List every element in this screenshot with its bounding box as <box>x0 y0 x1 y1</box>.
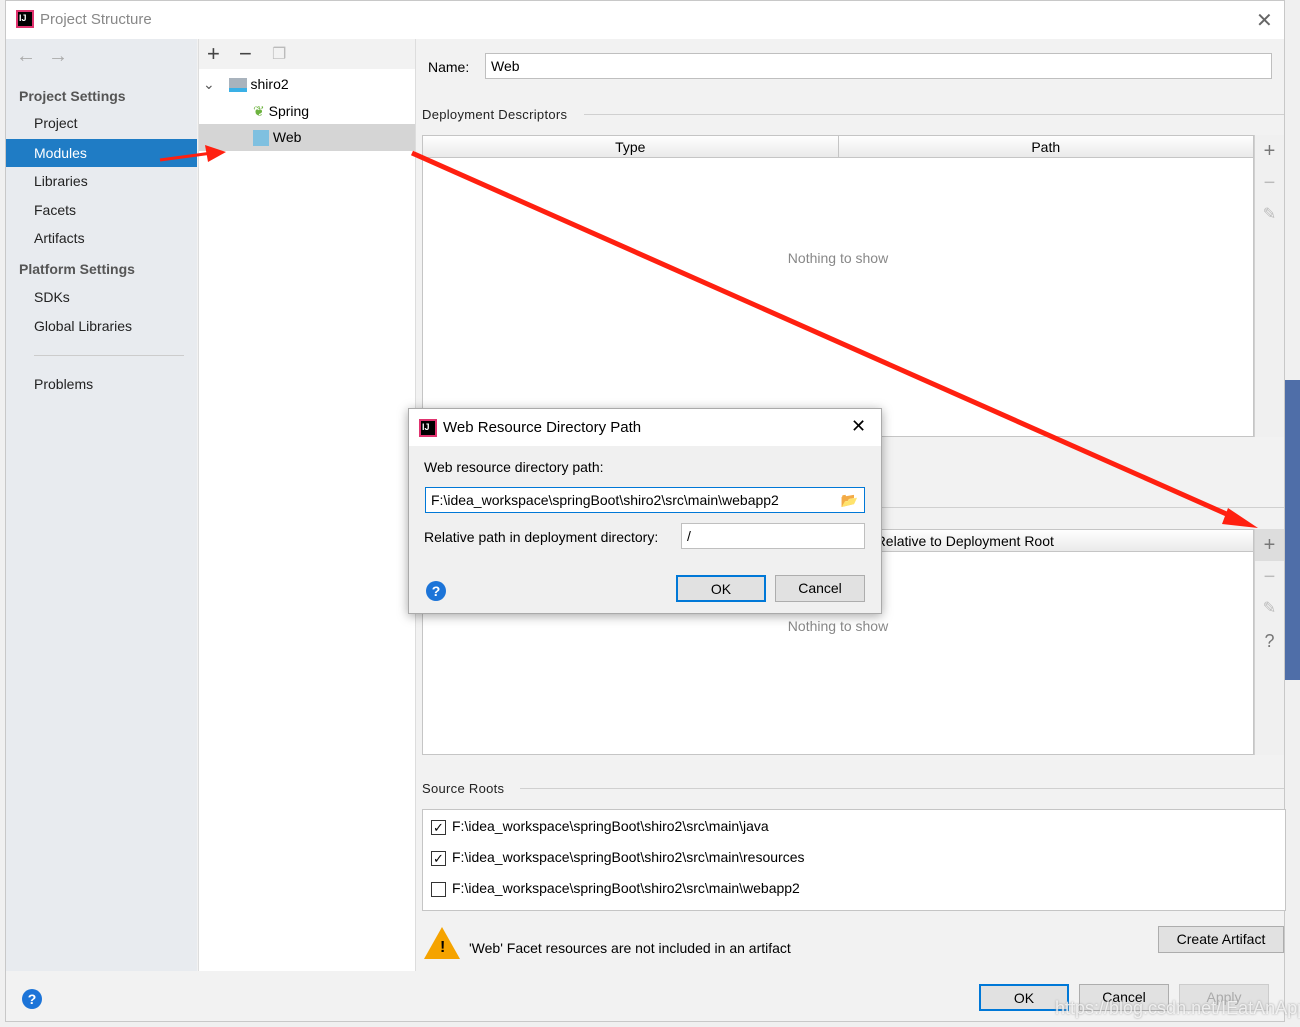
intellij-logo-icon: IJ <box>419 419 437 437</box>
dir-label: Web resource directory path: <box>424 459 604 475</box>
web-resource-directory-dialog: IJ Web Resource Directory Path ✕ Web res… <box>408 408 882 614</box>
arrowhead <box>1222 508 1258 528</box>
relative-path-input[interactable]: / <box>681 523 865 549</box>
watermark: https://blog.csdn.net/IEatAnApple <box>1055 998 1300 1018</box>
dialog-ok-button[interactable]: OK <box>676 575 766 602</box>
dialog-title-bar: IJ Web Resource Directory Path ✕ <box>409 409 881 446</box>
relative-path-label: Relative path in deployment directory: <box>424 529 659 545</box>
close-icon[interactable]: ✕ <box>851 416 866 437</box>
folder-icon[interactable]: 📂 <box>841 488 858 512</box>
arrow-to-web-node <box>159 151 213 162</box>
dir-path-value: F:\idea_workspace\springBoot\shiro2\src\… <box>431 492 779 508</box>
dialog-cancel-button[interactable]: Cancel <box>775 575 865 602</box>
help-icon[interactable]: ? <box>426 581 446 601</box>
dir-path-input[interactable]: F:\idea_workspace\springBoot\shiro2\src\… <box>425 487 865 513</box>
dialog-title: Web Resource Directory Path <box>443 419 642 436</box>
arrowhead <box>205 145 226 162</box>
